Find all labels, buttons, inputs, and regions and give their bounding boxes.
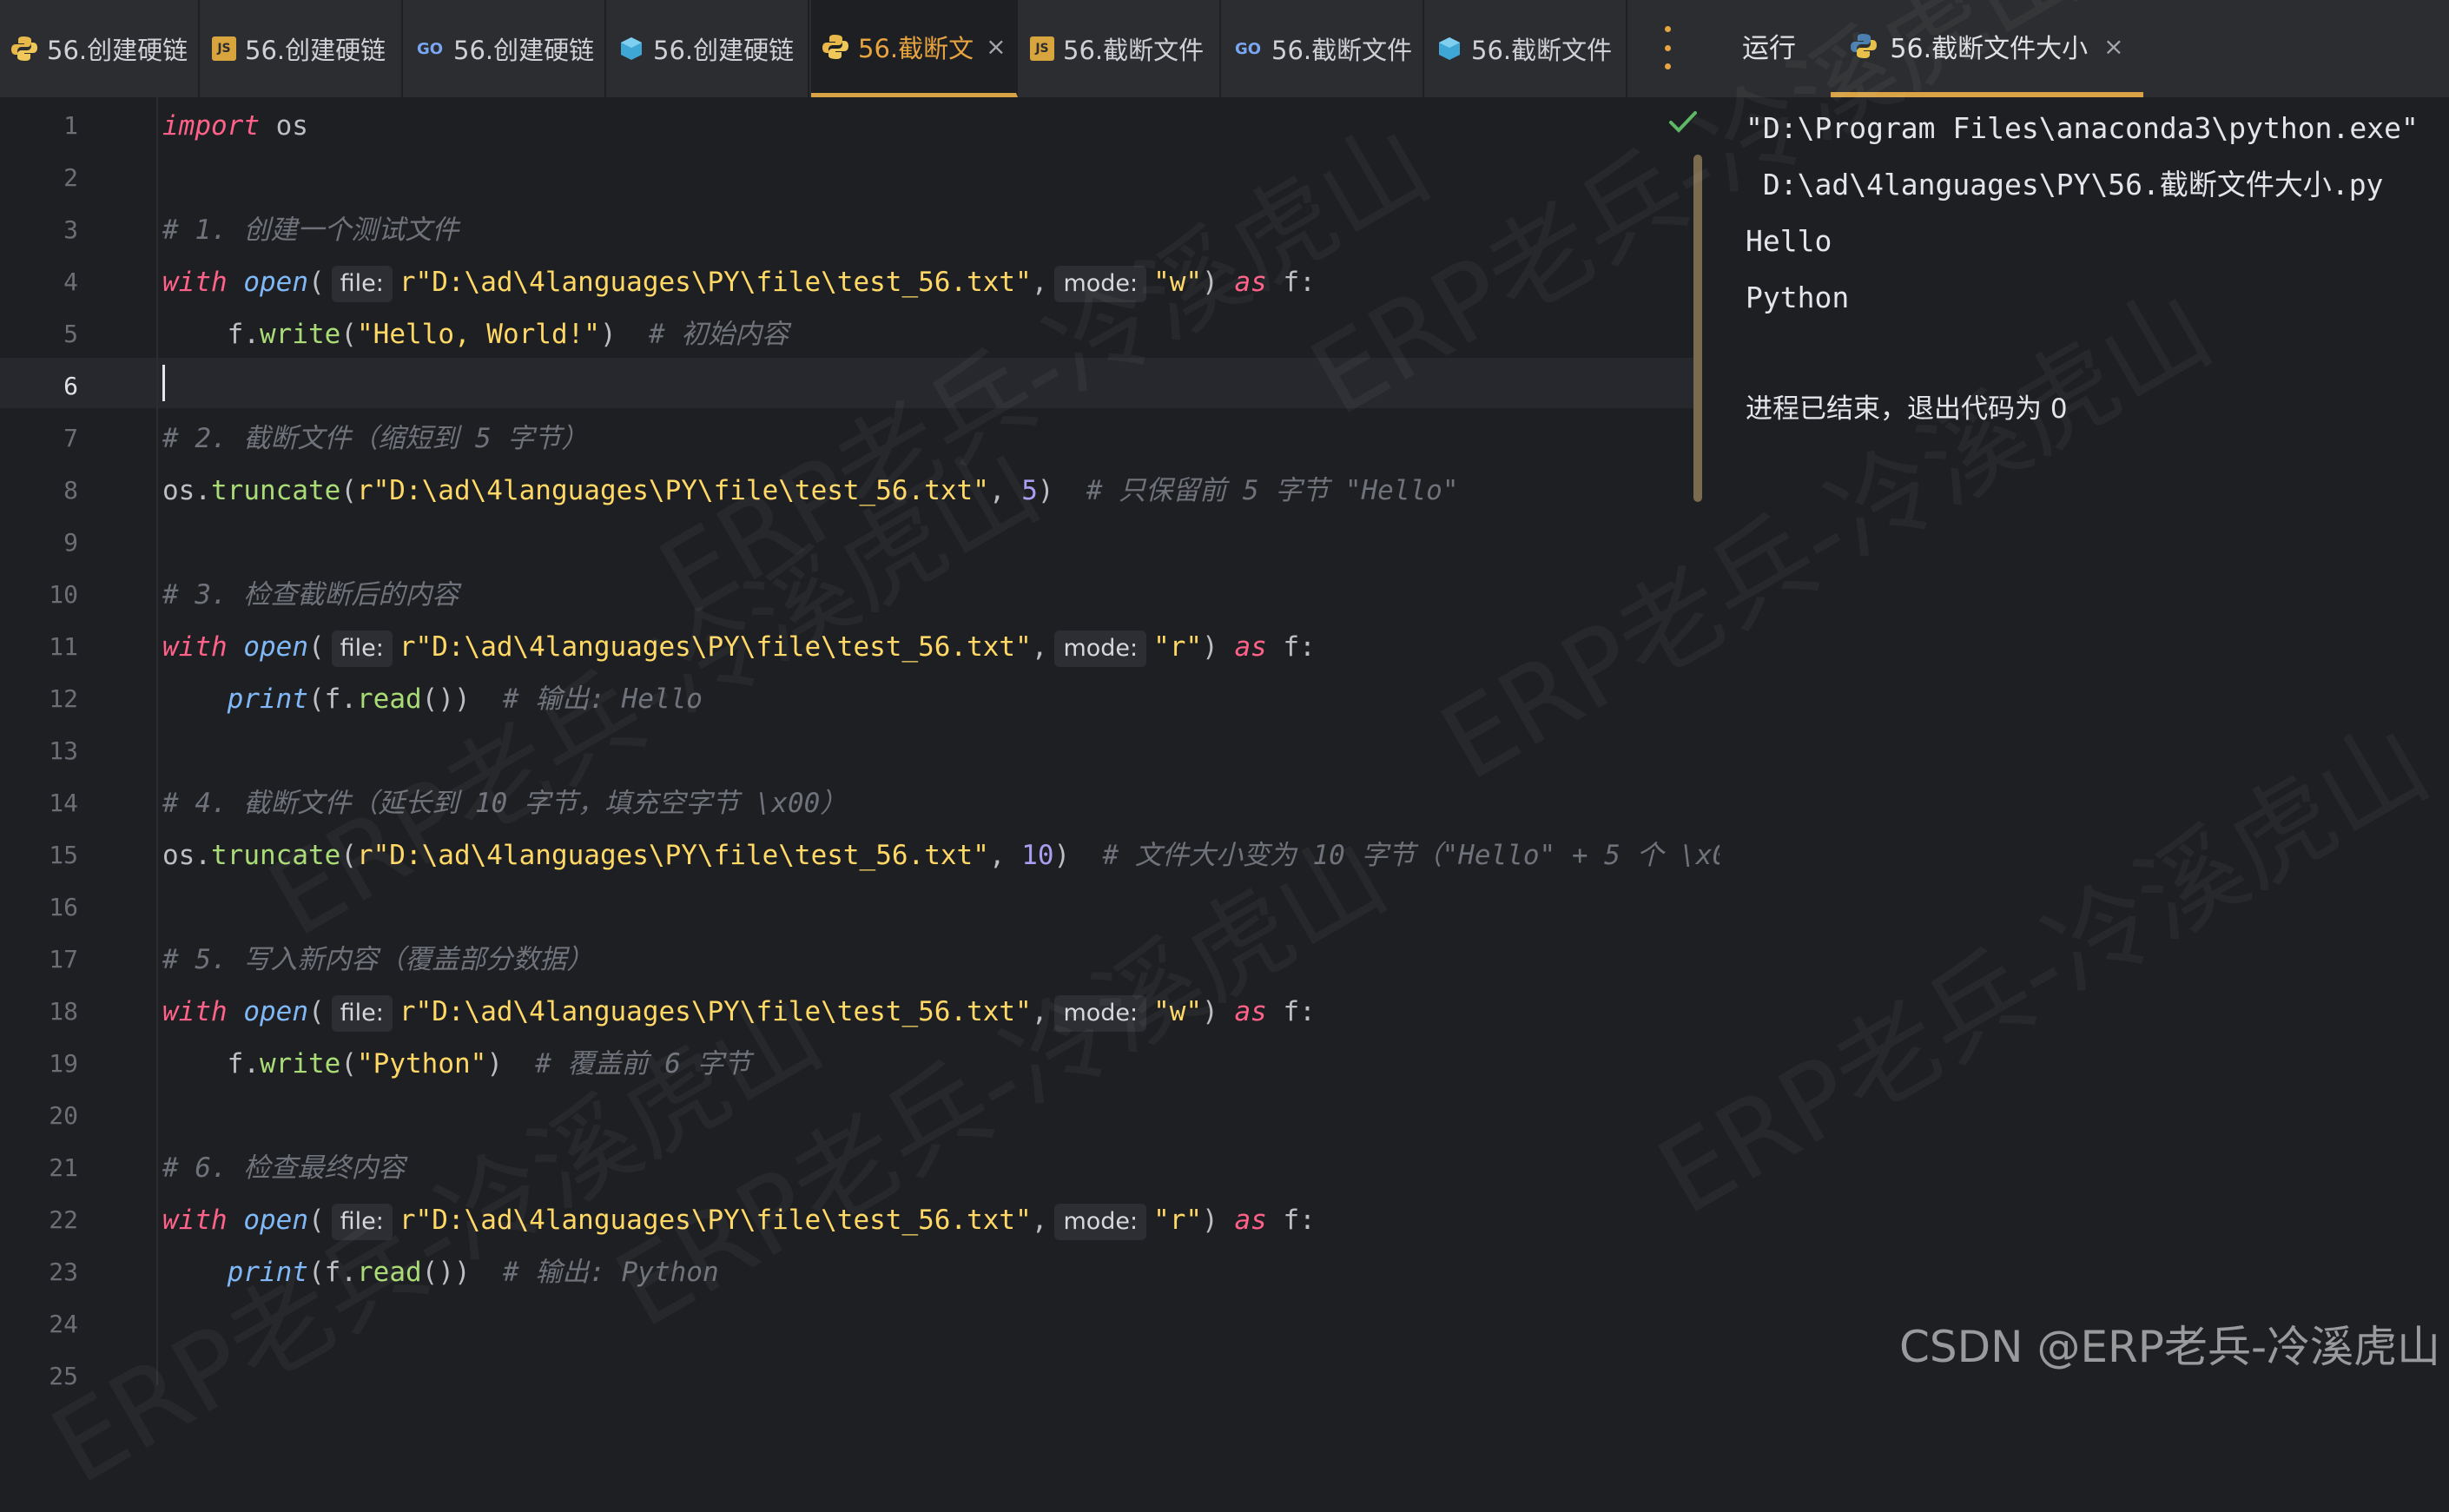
code-line: print(f.read()) # 输出: Python	[227, 1257, 719, 1288]
line-number: 12	[49, 684, 78, 713]
run-tab-label: 56.截断文件大小	[1890, 34, 2089, 64]
run-label: 运行	[1742, 33, 1796, 64]
line-number: 21	[49, 1153, 78, 1182]
code-line: os.truncate(r"D:\ad\4languages\PY\file\t…	[162, 840, 1772, 871]
text-cursor	[162, 365, 165, 401]
line-number: 4	[63, 267, 78, 296]
console-line: "D:\Program Files\anaconda3\python.exe"	[1746, 111, 2419, 145]
tab-file[interactable]: GO 56.创建硬链	[405, 0, 606, 97]
python-icon	[10, 35, 38, 63]
console-line: Python	[1746, 281, 1850, 314]
tab-file[interactable]: 56.创建硬链	[608, 0, 809, 97]
line-number: 14	[49, 789, 78, 817]
tab-file[interactable]: 56.截断文件	[1426, 0, 1627, 97]
python-icon	[1850, 32, 1878, 60]
line-number: 3	[63, 215, 78, 244]
line-number: 15	[49, 841, 78, 869]
line-number: 11	[49, 632, 78, 661]
console-line: Hello	[1746, 224, 1832, 258]
param-hint-file: file:	[331, 265, 393, 302]
tab-file[interactable]: GO 56.截断文件	[1223, 0, 1424, 97]
code-line: # 6. 检查最终内容	[162, 1152, 406, 1184]
gutter-divider	[156, 97, 158, 1385]
line-number: 23	[49, 1258, 78, 1286]
go-icon: GO	[1234, 39, 1262, 58]
go-icon: GO	[416, 39, 444, 58]
line-number: 13	[49, 736, 78, 765]
code-line: # 3. 检查截断后的内容	[162, 579, 459, 611]
code-line: print(f.read()) # 输出: Hello	[227, 683, 703, 715]
line-number: 22	[49, 1205, 78, 1234]
line-number-current: 6	[63, 372, 78, 400]
code-line: # 1. 创建一个测试文件	[162, 215, 459, 246]
code-line: import os	[162, 110, 308, 142]
tab-label: 56.截断文件	[1271, 36, 1413, 65]
line-number: 18	[49, 997, 78, 1026]
param-hint-file: file:	[331, 630, 393, 667]
param-hint-mode: mode:	[1054, 265, 1147, 302]
code-line: os.truncate(r"D:\ad\4languages\PY\file\t…	[162, 475, 1459, 506]
tab-file[interactable]: JS 56.截断文件	[1020, 0, 1221, 97]
line-number: 2	[63, 163, 78, 192]
code-line: f.write("Hello, World!") # 初始内容	[227, 319, 789, 350]
run-console[interactable]: "D:\Program Files\anaconda3\python.exe" …	[1720, 97, 2449, 1385]
tab-label: 56.创建硬链	[653, 36, 795, 65]
tab-file-active[interactable]: 56.截断文 ×	[811, 0, 1018, 97]
js-icon: JS	[212, 36, 236, 61]
python-icon	[822, 33, 849, 61]
run-toolbar: 运行 56.截断文件大小 ×	[1720, 0, 2449, 99]
param-hint-mode: mode:	[1054, 994, 1147, 1032]
console-line: D:\ad\4languages\PY\56.截断文件大小.py	[1746, 168, 2384, 201]
code-line: # 5. 写入新内容（覆盖部分数据）	[162, 944, 594, 975]
code-line: with open(file: r"D:\ad\4languages\PY\fil…	[162, 986, 1316, 1038]
checkmark-icon	[1669, 111, 1697, 133]
line-number: 25	[49, 1362, 78, 1390]
param-hint-mode: mode:	[1054, 1203, 1147, 1240]
js-icon: JS	[1030, 36, 1054, 61]
console-exit-line: 进程已结束，退出代码为 0	[1746, 393, 2068, 425]
code-line: with open(file: r"D:\ad\4languages\PY\fil…	[162, 621, 1316, 673]
line-number: 9	[63, 528, 78, 557]
code-line: with open(file: r"D:\ad\4languages\PY\fil…	[162, 1194, 1316, 1246]
cube-icon	[1436, 36, 1462, 62]
tab-file[interactable]: JS 56.创建硬链	[201, 0, 403, 97]
line-number: 19	[49, 1049, 78, 1078]
code-line: # 4. 截断文件（延长到 10 字节，填充空字节 \x00）	[162, 788, 848, 819]
line-number: 10	[49, 580, 78, 609]
code-line: f.write("Python") # 覆盖前 6 字节	[227, 1048, 751, 1080]
tab-label: 56.截断文	[858, 33, 974, 63]
param-hint-file: file:	[331, 1203, 393, 1240]
close-icon[interactable]: ×	[986, 32, 1006, 61]
param-hint-mode: mode:	[1054, 630, 1147, 667]
run-tab[interactable]: 56.截断文件大小 ×	[1831, 0, 2143, 97]
tab-label: 56.创建硬链	[245, 36, 386, 65]
line-number: 1	[63, 111, 78, 140]
tab-label: 56.截断文件	[1063, 36, 1205, 65]
line-number: 8	[63, 476, 78, 505]
close-icon[interactable]: ×	[2103, 32, 2123, 61]
code-line: with open(file: r"D:\ad\4languages\PY\fil…	[162, 256, 1316, 308]
line-number: 17	[49, 945, 78, 974]
more-tabs-icon[interactable]	[1659, 26, 1676, 69]
line-number: 16	[49, 893, 78, 921]
current-line-highlight	[0, 358, 1702, 408]
line-number: 24	[49, 1310, 78, 1338]
cube-icon	[618, 36, 644, 62]
code-line: # 2. 截断文件（缩短到 5 字节）	[162, 423, 589, 454]
line-number: 5	[63, 320, 78, 348]
tab-file[interactable]: 56.创建硬链	[0, 0, 200, 97]
editor-tab-bar: 56.创建硬链 JS 56.创建硬链 GO 56.创建硬链 56.创建硬链 56…	[0, 0, 1720, 99]
line-number: 7	[63, 424, 78, 452]
tab-label: 56.截断文件	[1471, 36, 1613, 65]
param-hint-file: file:	[331, 994, 393, 1032]
editor-scrollbar[interactable]	[1693, 155, 1702, 502]
tab-label: 56.创建硬链	[47, 36, 188, 65]
watermark-credit: CSDN @ERP老兵-冷溪虎山	[1899, 1322, 2440, 1372]
tab-label: 56.创建硬链	[453, 36, 595, 65]
line-number: 20	[49, 1101, 78, 1130]
